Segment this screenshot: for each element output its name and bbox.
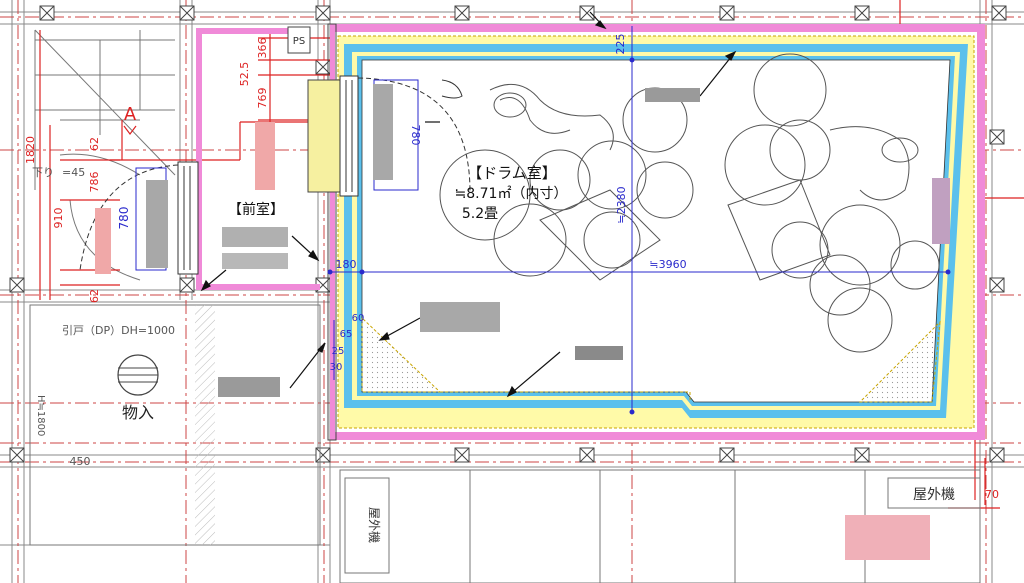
- outdoor-unit-label-right: 屋外機: [913, 487, 955, 503]
- dim-910: 910: [52, 208, 65, 229]
- dim-1820: 1820: [24, 136, 37, 164]
- dim-layer-30: 30: [330, 362, 343, 373]
- storage-room: 物入 引戸（DP）DH=1000 H≒1800: [29, 304, 321, 546]
- dim-door-width: 780: [117, 207, 131, 230]
- point-a-label: A: [124, 104, 137, 125]
- drum-room-walls: [327, 23, 985, 441]
- pipe-space: PS: [287, 26, 311, 54]
- dim-786: 786: [88, 172, 101, 193]
- dim-366: 366: [256, 38, 269, 59]
- storage-label: 物入: [122, 403, 154, 422]
- dim-52-5: 52.5: [238, 62, 251, 87]
- outdoor-unit-label-left: 屋外機: [367, 507, 382, 543]
- dim-layer-60: 60: [352, 313, 365, 324]
- dim-width-inner: ≒3960: [649, 258, 686, 271]
- drum-room-area: ≒8.71㎡（内寸）: [455, 186, 568, 202]
- dim-height-inner: ≒2380: [615, 186, 628, 223]
- dim-top-clear: 225: [614, 34, 627, 55]
- h-note-label: H≒1800: [35, 395, 46, 436]
- ps-label: PS: [293, 36, 305, 47]
- drum-room-title: 【ドラム室】: [467, 164, 557, 182]
- anteroom-title: 【前室】: [228, 201, 284, 218]
- dim-62-bottom: 62: [88, 289, 101, 303]
- drum-room-tatami: 5.2畳: [462, 206, 498, 222]
- sliding-door-label: 引戸（DP）DH=1000: [62, 323, 175, 337]
- stair-down-label: 下り: [32, 166, 54, 179]
- stair-eq-label: =45: [62, 166, 85, 179]
- dim-70: 70: [985, 488, 999, 501]
- dim-door-width-right: 780: [409, 125, 422, 146]
- floor-plan-canvas: PS 物入 引戸（DP）DH=1000 H≒1800 屋外機 屋外機 225 ≒…: [0, 0, 1024, 583]
- dim-wall-left: 180: [336, 258, 357, 271]
- dim-62-top: 62: [88, 137, 101, 151]
- dim-450: 450: [70, 455, 91, 468]
- dim-769: 769: [256, 88, 269, 109]
- dim-layer-25: 25: [332, 346, 345, 357]
- dim-layer-65: 65: [340, 329, 353, 340]
